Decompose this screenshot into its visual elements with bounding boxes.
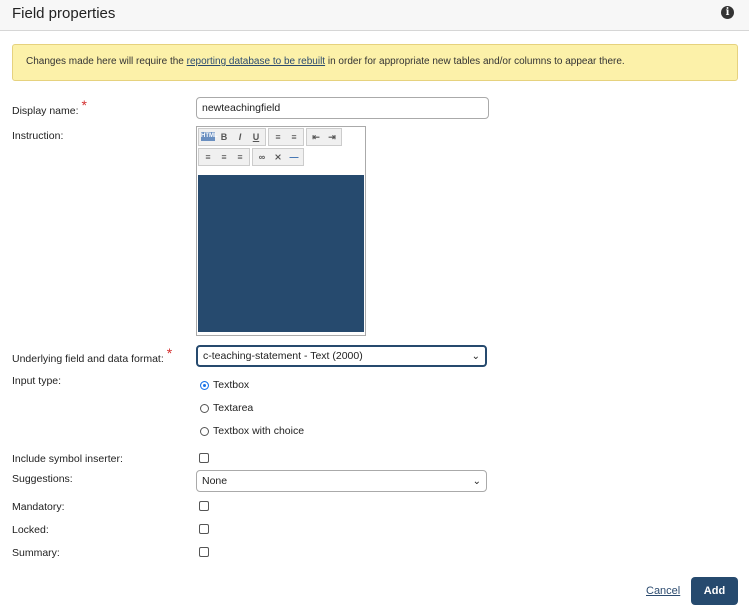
bold-button[interactable]: B [217,130,231,144]
required-icon: * [81,97,87,113]
summary-label: Summary: [12,547,60,559]
align-center-button[interactable]: ≡ [217,150,231,164]
radio-textbox-with-choice[interactable]: Textbox with choice [200,425,304,437]
underline-button[interactable]: U [249,130,263,144]
locked-checkbox[interactable] [199,524,209,534]
toolbar-row-2: ≡ ≡ ≡ ∞ ⨯ — [197,147,365,167]
underlying-field-select[interactable]: c-teaching-statement - Text (2000) ⌄ [196,345,487,367]
outdent-button[interactable]: ⇤ [309,130,323,144]
italic-button[interactable]: I [233,130,247,144]
suggestions-select[interactable]: None ⌄ [196,470,487,492]
mandatory-checkbox[interactable] [199,501,209,511]
chevron-down-icon: ⌄ [471,350,480,362]
summary-checkbox[interactable] [199,547,209,557]
unlink-button[interactable]: ⨯ [271,150,285,164]
alert-banner: Changes made here will require the repor… [12,44,738,81]
link-button[interactable]: ∞ [255,150,269,164]
required-icon: * [166,345,173,361]
page-title: Field properties [12,5,116,22]
unordered-list-button[interactable]: ≡ [287,130,301,144]
alert-text-end: in order for appropriate new tables and/… [325,56,625,67]
symbol-inserter-label: Include symbol inserter: [12,453,123,465]
underlying-field-label: Underlying field and data format: * [12,345,173,365]
header: Field properties i [0,0,749,31]
info-icon[interactable]: i [721,6,734,19]
instruction-textarea[interactable] [198,175,364,332]
html-button[interactable]: HTML [201,132,218,141]
add-button[interactable]: Add [691,577,738,605]
chevron-down-icon: ⌄ [472,475,481,487]
rebuild-link[interactable]: reporting database to be rebuilt [187,56,325,67]
display-name-label: Display name: * [12,97,87,117]
toolbar-row-1: HTML B I U ≡ ≡ ⇤ ⇥ [197,127,365,147]
alert-text: Changes made here will require the [26,56,187,67]
instruction-label: Instruction: [12,130,64,142]
horizontal-rule-button[interactable]: — [287,150,301,164]
locked-label: Locked: [12,524,49,536]
suggestions-label: Suggestions: [12,473,73,485]
align-right-button[interactable]: ≡ [233,150,247,164]
instruction-editor: HTML B I U ≡ ≡ ⇤ ⇥ ≡ ≡ ≡ ∞ ⨯ — [196,126,366,336]
symbol-inserter-checkbox[interactable] [199,453,209,463]
mandatory-label: Mandatory: [12,501,65,513]
radio-textbox[interactable]: Textbox [200,379,249,391]
ordered-list-button[interactable]: ≡ [271,130,285,144]
align-left-button[interactable]: ≡ [201,150,215,164]
input-type-label: Input type: [12,375,62,387]
display-name-input[interactable]: newteachingfield [196,97,489,119]
radio-textarea[interactable]: Textarea [200,402,253,414]
cancel-button[interactable]: Cancel [646,585,680,597]
indent-button[interactable]: ⇥ [325,130,339,144]
